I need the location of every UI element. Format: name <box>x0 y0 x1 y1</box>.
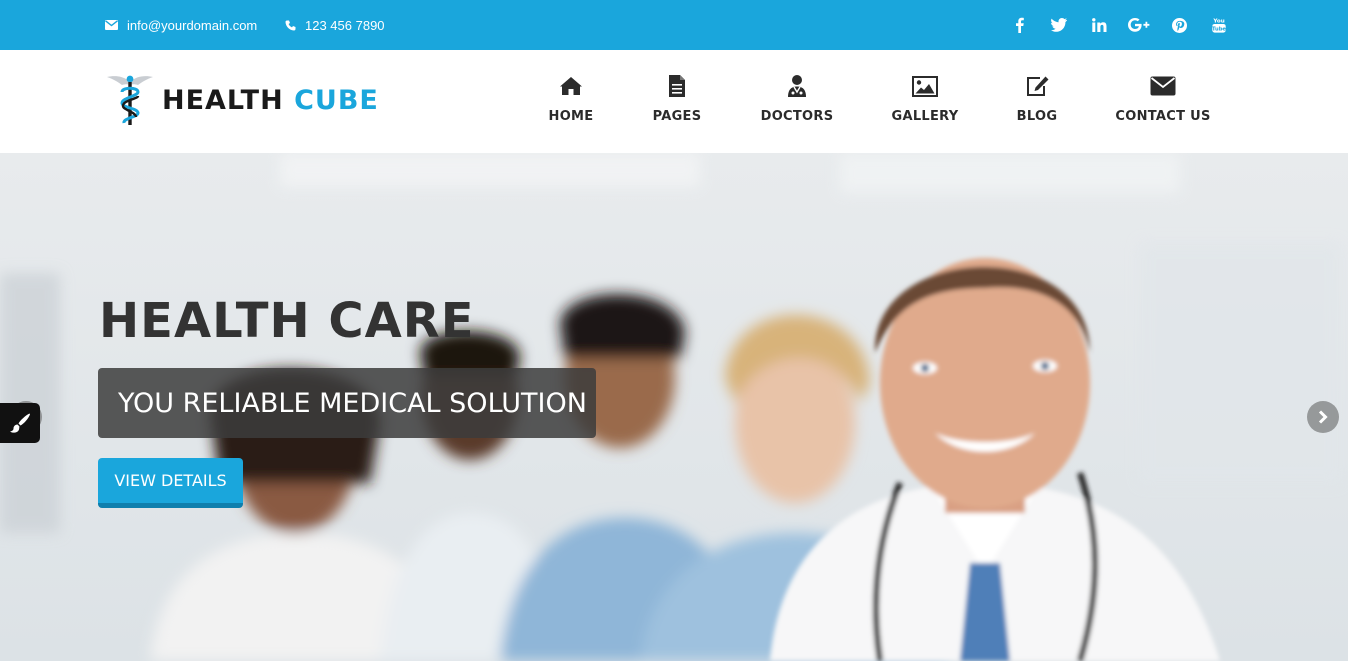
nav-pages[interactable]: PAGES <box>652 72 702 132</box>
nav-home-label: HOME <box>548 109 594 124</box>
nav-doctors[interactable]: DOCTORS <box>760 72 834 132</box>
nav-pages-label: PAGES <box>652 109 702 124</box>
envelope-icon <box>105 20 118 30</box>
hero-title: HEALTH CARE <box>99 293 475 349</box>
caduceus-logo-icon <box>107 75 153 125</box>
nav-contact-us[interactable]: CONTACT US <box>1115 72 1211 132</box>
logo-word-cube: CUBE <box>294 84 379 116</box>
document-icon <box>668 72 686 100</box>
view-details-button[interactable]: VIEW DETAILS <box>98 458 243 508</box>
phone-text: 123 456 7890 <box>305 17 385 33</box>
top-email[interactable]: info@yourdomain.com <box>105 0 257 50</box>
image-icon <box>912 72 938 100</box>
logo-word-health: HEALTH <box>162 84 284 116</box>
email-text: info@yourdomain.com <box>127 17 258 33</box>
svg-text:You: You <box>1212 19 1224 25</box>
nav-gallery[interactable]: GALLERY <box>891 72 959 132</box>
home-icon <box>559 72 583 100</box>
twitter-icon[interactable] <box>1048 14 1070 36</box>
site-logo[interactable]: HEALTH CUBE <box>106 70 379 130</box>
phone-icon <box>285 20 296 30</box>
logo-text: HEALTH CUBE <box>162 85 379 116</box>
doctor-icon <box>787 72 807 100</box>
style-switcher-toggle[interactable] <box>0 403 40 443</box>
top-phone[interactable]: 123 456 7890 <box>285 0 385 50</box>
nav-blog[interactable]: BLOG <box>1016 72 1058 132</box>
paint-brush-icon <box>10 413 30 433</box>
svg-text:Tube: Tube <box>1212 26 1226 32</box>
hero-slider: HEALTH CARE YOU RELIABLE MEDICAL SOLUTIO… <box>0 153 1348 661</box>
edit-icon <box>1025 72 1050 100</box>
top-bar: info@yourdomain.com 123 456 7890 You Tube <box>0 0 1348 50</box>
linkedin-icon[interactable] <box>1088 14 1110 36</box>
envelope-icon <box>1150 72 1176 100</box>
nav-contact-us-label: CONTACT US <box>1115 109 1211 124</box>
social-links: You Tube <box>1008 0 1230 50</box>
google-plus-icon[interactable] <box>1128 14 1150 36</box>
chevron-right-icon <box>1318 410 1328 424</box>
facebook-icon[interactable] <box>1008 14 1030 36</box>
nav-gallery-label: GALLERY <box>891 109 959 124</box>
main-header: HEALTH CUBE HOME PAGES DOCTORS GALLERY B… <box>0 50 1348 153</box>
youtube-icon[interactable]: You Tube <box>1208 14 1230 36</box>
slider-next-button[interactable] <box>1307 401 1339 433</box>
hero-subtitle: YOU RELIABLE MEDICAL SOLUTION <box>98 368 596 438</box>
pinterest-icon[interactable] <box>1168 14 1190 36</box>
nav-blog-label: BLOG <box>1016 109 1058 124</box>
nav-home[interactable]: HOME <box>548 72 594 132</box>
nav-doctors-label: DOCTORS <box>760 109 834 124</box>
